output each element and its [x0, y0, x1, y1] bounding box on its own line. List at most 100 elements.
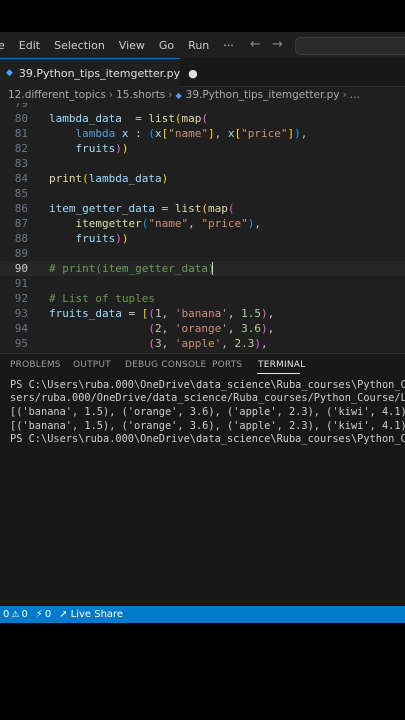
line-number: 93	[14, 307, 28, 320]
code-line[interactable]: 94 (2, 'orange', 3.6),	[0, 321, 405, 336]
code-line[interactable]: 84 print(lambda_data)	[0, 171, 405, 186]
line-number: 95	[14, 337, 28, 350]
code-text: fruits))	[49, 231, 129, 246]
line-number: 89	[14, 247, 28, 260]
command-center[interactable]	[295, 37, 405, 55]
code-token: (	[201, 112, 208, 125]
code-text: # print(item_getter_data)	[49, 261, 215, 276]
code-token: # print(item_getter_data)	[49, 262, 215, 275]
menu-view[interactable]: View	[119, 39, 145, 52]
code-line[interactable]: 82 fruits))	[0, 141, 405, 156]
code-line[interactable]: 92 # List of tuples	[0, 291, 405, 306]
line-number: 84	[14, 172, 28, 185]
code-token: x	[115, 127, 129, 140]
menu-edit[interactable]: Edit	[19, 39, 40, 52]
menu-run[interactable]: Run	[188, 39, 209, 52]
tab-title: 39.Python_tips_itemgetter.py	[18, 66, 181, 80]
arrow-left-icon[interactable]: ←	[250, 37, 261, 52]
code-token: item_getter_data	[49, 202, 155, 215]
tab-output[interactable]: OUTPUT	[73, 360, 111, 370]
tab-problems[interactable]: PROBLEMS	[10, 360, 61, 370]
code-token: ,	[227, 322, 242, 335]
terminal[interactable]: PS C:\Users\ruba.000\OneDrive\data_scien…	[0, 375, 405, 606]
arrow-right-icon[interactable]: →	[272, 37, 283, 52]
code-line[interactable]: 79	[0, 103, 405, 111]
code-line[interactable]: 83	[0, 156, 405, 171]
code-token: )	[121, 232, 129, 245]
line-number: 82	[14, 142, 28, 155]
line-number: 79	[14, 103, 28, 110]
code-token: lambda	[75, 127, 116, 140]
code-line[interactable]: 87 itemgetter("name", "price"),	[0, 216, 405, 231]
breadcrumb-file[interactable]: 39.Python_tips_itemgetter.py	[186, 89, 340, 101]
line-number: 94	[14, 322, 28, 335]
ports-status[interactable]: ⚡ 0	[36, 609, 51, 620]
code-token: ,	[267, 307, 275, 320]
code-editor[interactable]: 79 80 lambda_data = list(map(81 lambda x :…	[0, 103, 405, 353]
code-token: 1.5	[241, 307, 261, 320]
code-token: =	[154, 202, 175, 215]
live-share-icon: ➚	[59, 609, 68, 620]
code-token: ,	[161, 307, 175, 320]
code-line[interactable]: 93 fruits_data = [(1, 'banana', 1.5),	[0, 306, 405, 321]
code-token: )	[121, 142, 129, 155]
breadcrumb-folder-1[interactable]: 12.different_topics	[8, 89, 106, 101]
line-number: 88	[14, 232, 28, 245]
code-text: item_getter_data = list(map(	[49, 201, 234, 216]
code-line[interactable]: 88 fruits))	[0, 231, 405, 246]
menu-more[interactable]: ···	[223, 39, 234, 52]
live-share-button[interactable]: ➚ Live Share	[59, 609, 123, 620]
code-text: (3, 'apple', 2.3),	[49, 336, 268, 351]
code-token: 1	[154, 307, 162, 320]
code-token: 2	[154, 322, 162, 335]
code-token: # List of tuples	[49, 292, 155, 305]
line-number: 90	[14, 262, 28, 275]
warning-icon: ⚠	[11, 609, 20, 620]
line-number: 91	[14, 277, 28, 290]
menu-file[interactable]: e	[0, 39, 5, 52]
code-line[interactable]: 81 lambda x : (x["name"], x["price"]),	[0, 126, 405, 141]
code-line[interactable]: 85	[0, 186, 405, 201]
menu-go[interactable]: Go	[159, 39, 174, 52]
code-text: print(lambda_data)	[49, 171, 168, 186]
code-line[interactable]: 89	[0, 246, 405, 261]
live-share-label: Live Share	[70, 609, 124, 620]
code-line[interactable]: 95 (3, 'apple', 2.3),	[0, 336, 405, 351]
unsaved-dot-icon[interactable]: ●	[188, 67, 198, 80]
code-token: ,	[214, 127, 228, 140]
warning-count: 0	[21, 609, 28, 620]
code-token: lambda_data	[88, 172, 162, 185]
code-line[interactable]: 80 lambda_data = list(map(	[0, 111, 405, 126]
code-token: (	[148, 337, 155, 350]
tab-debug-console[interactable]: DEBUG CONSOLE	[125, 360, 206, 370]
code-token: )	[115, 142, 122, 155]
code-token: )	[260, 322, 268, 335]
code-token: (	[148, 127, 155, 140]
code-token: list	[148, 112, 175, 125]
code-token: 'banana'	[174, 307, 228, 320]
problems-status[interactable]: 0 ⚠ 0	[3, 609, 28, 620]
code-token: ,	[221, 337, 235, 350]
breadcrumb-folder-2[interactable]: 15.shorts	[116, 89, 165, 101]
code-token: ,	[260, 337, 268, 350]
code-token: 3	[154, 337, 162, 350]
menu-selection[interactable]: Selection	[54, 39, 105, 52]
tab-python-file[interactable]: ◆ 39.Python_tips_itemgetter.py ●	[0, 58, 198, 87]
breadcrumb-symbols[interactable]: ...	[350, 89, 360, 101]
code-token: "price"	[241, 127, 288, 140]
tab-terminal[interactable]: TERMINAL	[258, 360, 305, 370]
editor-tab-bar: ◆ 39.Python_tips_itemgetter.py ●	[0, 58, 405, 87]
code-text: lambda_data = list(map(	[49, 111, 208, 126]
code-line[interactable]: 91	[0, 276, 405, 291]
code-token: fruits	[75, 232, 116, 245]
code-token: "name"	[148, 217, 189, 230]
tab-ports[interactable]: PORTS	[212, 360, 242, 370]
line-number: 86	[14, 202, 28, 215]
code-line[interactable]: 86 item_getter_data = list(map(	[0, 201, 405, 216]
code-token: print	[49, 172, 83, 185]
code-text: lambda x : (x["name"], x["price"]),	[49, 126, 308, 141]
code-line[interactable]: 90 # print(item_getter_data)	[0, 261, 405, 276]
